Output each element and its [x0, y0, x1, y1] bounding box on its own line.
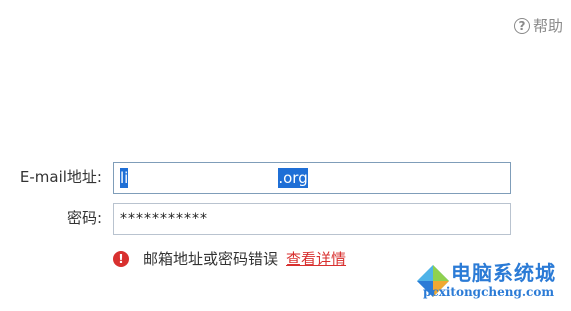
- password-label: 密码:: [66, 209, 102, 227]
- email-label: E-mail地址:: [19, 168, 102, 186]
- error-message: 邮箱地址或密码错误: [143, 250, 279, 268]
- email-field[interactable]: li .org: [113, 162, 511, 194]
- password-value: ***********: [120, 211, 208, 227]
- watermark-title: 电脑系统城: [451, 261, 556, 285]
- view-details-link[interactable]: 查看详情: [286, 248, 346, 269]
- password-field[interactable]: ***********: [113, 203, 511, 235]
- exclamation-circle-icon: !: [113, 250, 129, 267]
- error-message-row: ! 邮箱地址或密码错误 查看详情: [113, 248, 346, 269]
- help-label: 帮助: [532, 17, 563, 35]
- watermark-url: pcxitongcheng.com: [423, 285, 555, 299]
- email-value-prefix: li: [120, 168, 129, 188]
- redaction-block: [129, 166, 278, 190]
- email-value-suffix: .org: [278, 168, 308, 188]
- question-circle-icon: ?: [513, 17, 530, 34]
- watermark: 电脑系统城 pcxitongcheng.com: [415, 257, 565, 307]
- help-link[interactable]: ? 帮助: [513, 15, 563, 36]
